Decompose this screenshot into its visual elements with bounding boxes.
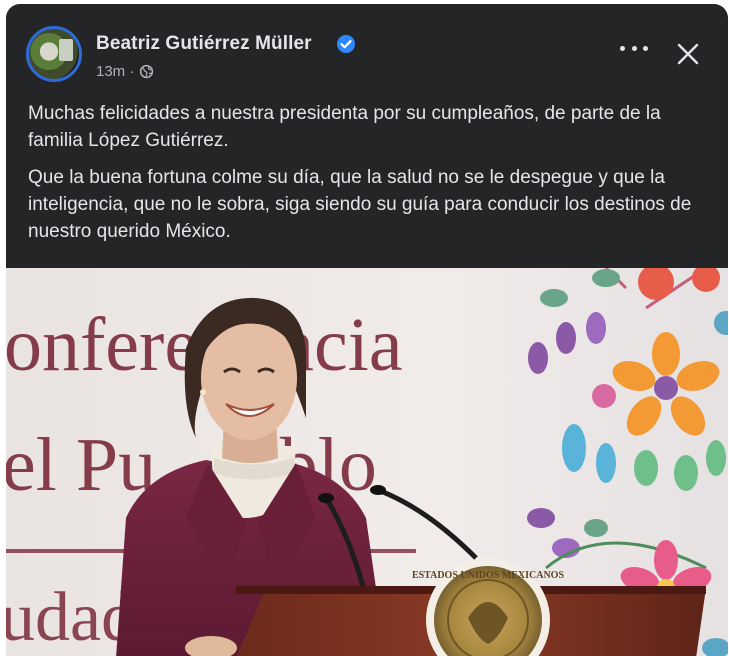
- backdrop-text: udad: [6, 579, 136, 656]
- author-avatar[interactable]: [26, 26, 82, 82]
- globe-icon[interactable]: [139, 64, 154, 79]
- facebook-post-card: Beatriz Gutiérrez Müller 13m · Muchas fe…: [6, 4, 728, 656]
- seal-text: ESTADOS UNIDOS MEXICANOS: [412, 570, 565, 581]
- post-paragraph: Que la buena fortuna colme su día, que l…: [28, 167, 692, 242]
- photo-illustration: onfere ncia el Pu eblo udad ESTADOS UNID…: [6, 268, 728, 656]
- more-options-button[interactable]: [620, 38, 648, 58]
- backdrop-text: onfere: [6, 303, 198, 387]
- post-photo[interactable]: onfere ncia el Pu eblo udad ESTADOS UNID…: [6, 268, 728, 656]
- more-horizontal-icon: [620, 45, 625, 51]
- post-message: Muchas felicidades a nuestra presidenta …: [28, 100, 718, 255]
- author-name[interactable]: Beatriz Gutiérrez Müller: [96, 33, 312, 55]
- post-meta: 13m ·: [96, 63, 154, 80]
- close-icon[interactable]: [676, 42, 700, 66]
- meta-separator: ·: [129, 63, 135, 80]
- post-header: Beatriz Gutiérrez Müller 13m ·: [6, 4, 728, 92]
- post-timestamp[interactable]: 13m: [96, 63, 125, 80]
- post-paragraph: Muchas felicidades a nuestra presidenta …: [28, 103, 661, 151]
- backdrop-text: el Pu: [6, 423, 156, 507]
- verified-badge-icon: [337, 35, 355, 53]
